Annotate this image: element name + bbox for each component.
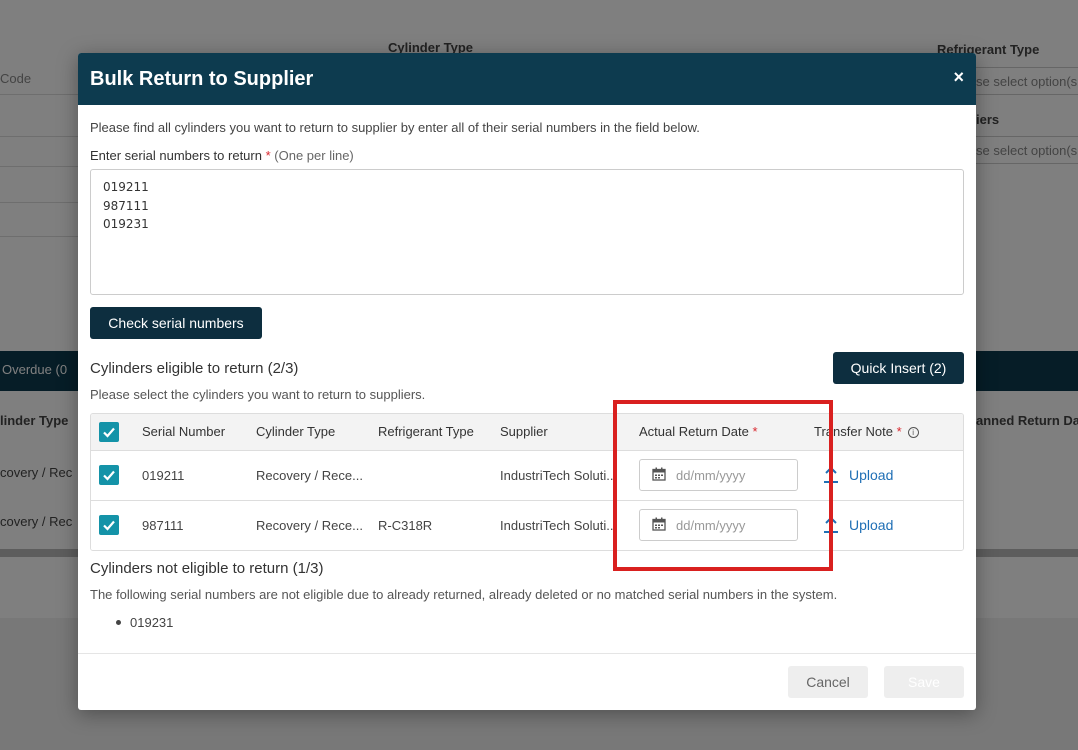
bulk-return-modal: Bulk Return to Supplier × Please find al… — [78, 53, 976, 710]
not-eligible-item: 019231 — [130, 615, 174, 630]
check-icon — [103, 520, 115, 531]
row-checkbox[interactable] — [99, 515, 119, 535]
table-row: 987111 Recovery / Rece... R-C318R Indust… — [91, 501, 963, 550]
intro-text: Please find all cylinders you want to re… — [90, 120, 700, 135]
cell-supplier: IndustriTech Soluti... — [500, 518, 618, 533]
upload-icon — [824, 517, 838, 533]
upload-icon — [824, 467, 838, 483]
cancel-button[interactable]: Cancel — [788, 666, 868, 698]
cell-serial: 987111 — [142, 518, 184, 533]
row-checkbox[interactable] — [99, 465, 119, 485]
date-placeholder: dd/mm/yyyy — [676, 468, 746, 483]
serial-line: 987111 — [103, 198, 149, 213]
serial-line: 019231 — [103, 217, 149, 231]
footer-divider — [78, 653, 976, 654]
header-cylinder-type: Cylinder Type — [256, 424, 336, 439]
check-serial-numbers-button[interactable]: Check serial numbers — [90, 307, 262, 339]
serial-line: 019211 — [103, 180, 149, 194]
return-date-input[interactable]: dd/mm/yyyy — [639, 509, 798, 541]
modal-header: Bulk Return to Supplier × — [78, 53, 976, 105]
serial-numbers-textarea[interactable]: 019211 987111 019231 — [90, 169, 964, 295]
header-supplier: Supplier — [500, 424, 548, 439]
quick-insert-button[interactable]: Quick Insert (2) — [833, 352, 964, 384]
not-eligible-title: Cylinders not eligible to return (1/3) — [90, 560, 324, 577]
cell-cylinder-type: Recovery / Rece... — [256, 518, 363, 533]
header-transfer-note: Transfer Note * i — [814, 424, 919, 439]
bullet-dot — [116, 620, 121, 625]
calendar-icon — [652, 517, 666, 531]
calendar-icon — [652, 467, 666, 481]
cell-refrigerant: R-C318R — [378, 518, 433, 533]
table-header: Serial Number Cylinder Type Refrigerant … — [91, 414, 963, 451]
table-row: 019211 Recovery / Rece... IndustriTech S… — [91, 451, 963, 501]
eligible-table: Serial Number Cylinder Type Refrigerant … — [90, 413, 964, 551]
cell-supplier: IndustriTech Soluti... — [500, 468, 618, 483]
check-icon — [103, 427, 115, 438]
close-icon[interactable]: × — [953, 67, 964, 88]
info-icon[interactable]: i — [907, 427, 919, 438]
check-icon — [103, 470, 115, 481]
select-all-checkbox[interactable] — [99, 422, 119, 442]
return-date-input[interactable]: dd/mm/yyyy — [639, 459, 798, 491]
header-actual-return-date: Actual Return Date * — [639, 424, 758, 439]
upload-link[interactable]: Upload — [823, 516, 893, 534]
cell-cylinder-type: Recovery / Rece... — [256, 468, 363, 483]
header-refrigerant-type: Refrigerant Type — [378, 424, 474, 439]
eligible-hint: Please select the cylinders you want to … — [90, 387, 426, 402]
save-button[interactable]: Save — [884, 666, 964, 698]
serial-label: Enter serial numbers to return * (One pe… — [90, 148, 354, 163]
eligible-title: Cylinders eligible to return (2/3) — [90, 360, 299, 377]
upload-link[interactable]: Upload — [823, 466, 893, 484]
not-eligible-hint: The following serial numbers are not eli… — [90, 587, 838, 602]
date-placeholder: dd/mm/yyyy — [676, 518, 746, 533]
header-serial-number: Serial Number — [142, 424, 226, 439]
cell-serial: 019211 — [142, 468, 185, 483]
modal-title: Bulk Return to Supplier — [90, 68, 314, 90]
